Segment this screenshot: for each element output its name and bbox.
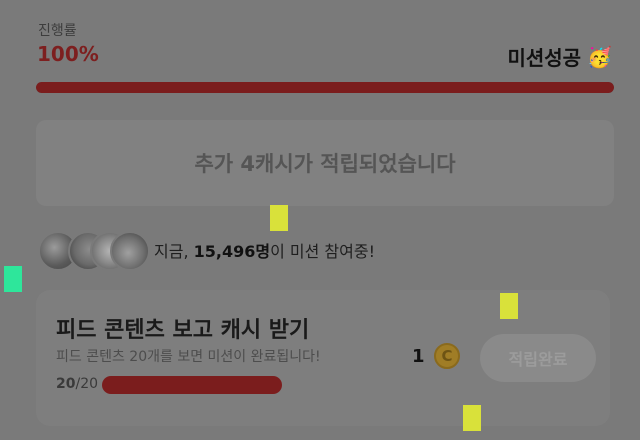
progress-value: 100% [37,42,99,66]
reward-banner-text: 추가 4캐시가 적립되었습니다 [194,152,456,176]
mission-title: 피드 콘텐츠 보고 캐시 받기 [56,318,310,343]
mission-total-count: /20 [75,376,99,392]
mission-progress-bar [102,376,282,394]
cash-coin-icon [434,343,460,369]
participants-row: 지금, 15,496명이 미션 참여중! [38,228,375,272]
participants-suffix: 이 미션 참여중! [270,242,375,261]
mission-card: 피드 콘텐츠 보고 캐시 받기 피드 콘텐츠 20개를 보면 미션이 완료됩니다… [36,290,610,426]
progress-bar [36,82,614,93]
progress-bar-fill [36,82,614,93]
yellow-marker [500,293,518,319]
participants-count: 15,496명 [193,242,271,261]
yellow-marker [463,405,481,431]
reward-banner: 추가 4캐시가 적립되었습니다 [36,120,614,206]
participant-avatars [38,230,150,271]
mission-progress-bar-fill [102,376,282,394]
participants-text: 지금, 15,496명이 미션 참여중! [154,238,375,262]
claim-complete-button[interactable]: 적립완료 [480,334,596,382]
progress-label: 진행률 [38,23,77,39]
reward-count: 1 [412,346,425,367]
participants-prefix: 지금, [154,242,194,261]
mission-progress-count: 20/20 [56,376,98,392]
green-marker [4,266,22,292]
mission-description: 피드 콘텐츠 20개를 보면 미션이 완료됩니다! [56,349,321,365]
yellow-marker [270,205,288,231]
party-face-icon: 🥳 [587,44,612,69]
mission-status: 미션성공 🥳 [507,42,612,71]
mission-done-count: 20 [56,376,76,392]
avatar [110,231,150,271]
mission-status-label: 미션성공 [507,46,582,70]
